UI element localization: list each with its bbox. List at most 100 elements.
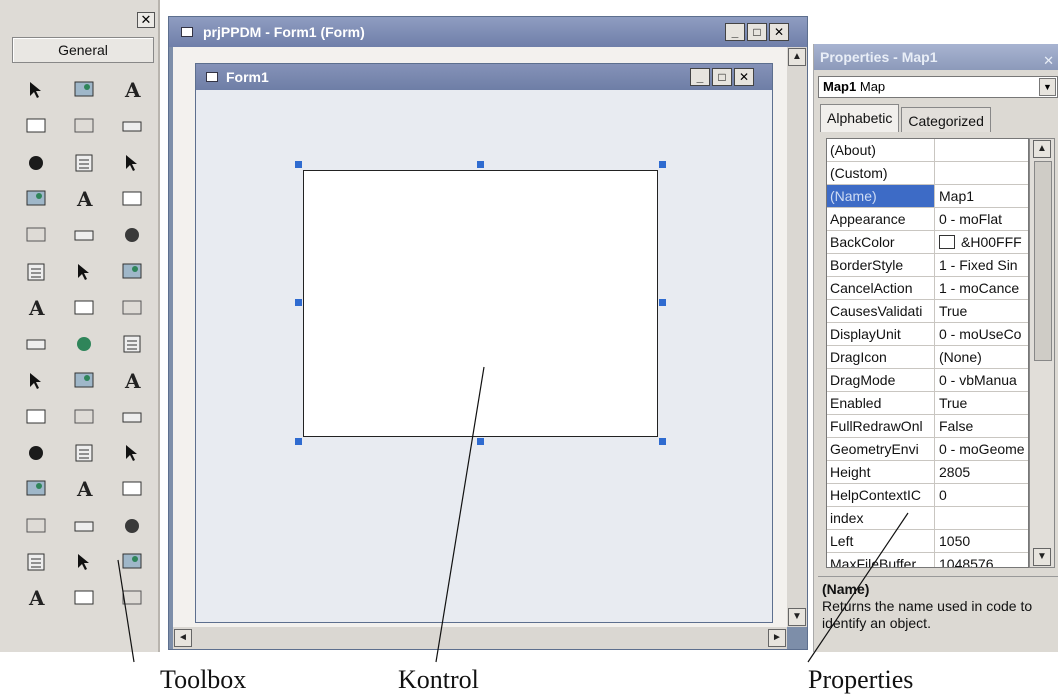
textbox-icon[interactable] (12, 108, 60, 144)
scroll-up-button[interactable]: ▲ (788, 48, 806, 66)
form1-body[interactable] (196, 90, 772, 622)
property-value[interactable] (935, 139, 1028, 161)
property-value[interactable]: 1050 (935, 530, 1028, 552)
listview-icon[interactable] (60, 399, 108, 435)
commandbutton-icon[interactable] (108, 108, 156, 144)
property-value[interactable]: Map1 (935, 185, 1028, 207)
vscrollbar-icon[interactable] (108, 181, 156, 217)
property-row[interactable]: CancelAction 1 - moCance (827, 277, 1028, 300)
animation-icon[interactable] (60, 326, 108, 362)
slider-icon[interactable] (12, 362, 60, 398)
property-grid-scrollbar[interactable]: ▲ ▼ (1029, 138, 1055, 568)
property-row[interactable]: GeometryEnvi 0 - moGeome (827, 438, 1028, 461)
flexgrid-icon[interactable] (60, 508, 108, 544)
grid-scroll-down-button[interactable]: ▼ (1033, 548, 1051, 566)
form-close-button[interactable]: ✕ (734, 68, 754, 86)
project-window-titlebar[interactable]: prjPPDM - Form1 (Form) (169, 17, 807, 47)
property-value[interactable]: True (935, 392, 1028, 414)
imagecombo-icon[interactable] (108, 544, 156, 580)
map1-control[interactable] (303, 170, 658, 437)
property-value[interactable]: 0 - vbManua (935, 369, 1028, 391)
picturebox-icon[interactable] (60, 72, 108, 108)
property-row[interactable]: HelpContextIC 0 (827, 484, 1028, 507)
properties-titlebar[interactable]: Properties - Map1 ✕ (814, 44, 1058, 70)
property-value[interactable]: (None) (935, 346, 1028, 368)
mouse-icon[interactable] (108, 326, 156, 362)
property-row[interactable]: Appearance 0 - moFlat (827, 208, 1028, 231)
dirlistbox-icon[interactable] (108, 217, 156, 253)
updown-icon[interactable] (60, 544, 108, 580)
property-value[interactable]: 0 - moFlat (935, 208, 1028, 230)
property-value[interactable]: &H00FFF (935, 231, 1028, 253)
ole-icon[interactable] (108, 290, 156, 326)
resize-handle-sw[interactable] (295, 438, 302, 445)
toolbar-icon[interactable] (60, 362, 108, 398)
resize-handle-e[interactable] (659, 299, 666, 306)
data-icon[interactable] (60, 290, 108, 326)
filelistbox-icon[interactable] (12, 253, 60, 289)
grid-icon[interactable] (12, 508, 60, 544)
treeview-icon[interactable] (12, 399, 60, 435)
resize-handle-n[interactable] (477, 161, 484, 168)
property-row[interactable]: DragMode 0 - vbManua (827, 369, 1028, 392)
globe-icon[interactable] (12, 326, 60, 362)
property-row[interactable]: CausesValidati True (827, 300, 1028, 323)
richtext-icon[interactable] (108, 471, 156, 507)
statusbar-icon[interactable] (12, 435, 60, 471)
property-row[interactable]: Height 2805 (827, 461, 1028, 484)
properties-close-button[interactable]: ✕ (1043, 48, 1054, 74)
label-icon[interactable]: A (108, 72, 156, 108)
property-value[interactable]: 1 - moCance (935, 277, 1028, 299)
frame-icon[interactable] (60, 108, 108, 144)
listbox-icon[interactable] (12, 181, 60, 217)
progressbar-icon[interactable]: A (108, 362, 156, 398)
combobox-icon[interactable] (108, 145, 156, 181)
document-icon[interactable]: A (60, 471, 108, 507)
property-value[interactable]: 1048576 (935, 553, 1028, 567)
timer-icon[interactable] (12, 217, 60, 253)
shape-icon[interactable] (60, 253, 108, 289)
coolbar-icon[interactable] (12, 544, 60, 580)
tab-alphabetic[interactable]: Alphabetic (820, 104, 900, 132)
property-row[interactable]: index (827, 507, 1028, 530)
designer-vertical-scrollbar[interactable]: ▲ ▼ (787, 47, 807, 627)
property-row[interactable]: DragIcon (None) (827, 346, 1028, 369)
toolbox-general-tab[interactable]: General (12, 37, 154, 63)
window-icon[interactable] (108, 580, 156, 616)
hscrollbar-icon[interactable]: A (60, 181, 108, 217)
property-value[interactable]: False (935, 415, 1028, 437)
pointer-icon[interactable] (12, 72, 60, 108)
property-value[interactable]: 0 - moUseCo (935, 323, 1028, 345)
resize-handle-w[interactable] (295, 299, 302, 306)
scroll-down-button[interactable]: ▼ (788, 608, 806, 626)
property-value[interactable]: True (935, 300, 1028, 322)
grid-scroll-thumb[interactable] (1034, 161, 1052, 361)
close-button[interactable]: ✕ (769, 23, 789, 41)
line-icon[interactable] (108, 253, 156, 289)
minimize-button[interactable]: _ (725, 23, 745, 41)
monthview-icon[interactable] (60, 580, 108, 616)
tabstrip-icon[interactable] (60, 435, 108, 471)
property-row[interactable]: MaxFileBuffer 1048576 (827, 553, 1028, 567)
toolbox-close-button[interactable]: ✕ (137, 12, 155, 28)
maximize-button[interactable]: □ (747, 23, 767, 41)
property-row[interactable]: Enabled True (827, 392, 1028, 415)
property-row[interactable]: DisplayUnit 0 - moUseCo (827, 323, 1028, 346)
map-icon[interactable] (108, 435, 156, 471)
property-row[interactable]: BorderStyle 1 - Fixed Sin (827, 254, 1028, 277)
property-row[interactable]: FullRedrawOnl False (827, 415, 1028, 438)
form-maximize-button[interactable]: □ (712, 68, 732, 86)
imagelist-icon[interactable] (108, 399, 156, 435)
property-value[interactable] (935, 162, 1028, 184)
property-row[interactable]: (About) (827, 139, 1028, 162)
form1-titlebar[interactable]: Form1 (196, 64, 772, 90)
property-value[interactable] (935, 507, 1028, 529)
resize-handle-nw[interactable] (295, 161, 302, 168)
scroll-left-button[interactable]: ◄ (174, 629, 192, 647)
property-row[interactable]: (Name) Map1 (827, 185, 1028, 208)
optionbutton-icon[interactable] (60, 145, 108, 181)
property-row[interactable]: Left 1050 (827, 530, 1028, 553)
scroll-right-button[interactable]: ► (768, 629, 786, 647)
resize-handle-ne[interactable] (659, 161, 666, 168)
property-value[interactable]: 2805 (935, 461, 1028, 483)
